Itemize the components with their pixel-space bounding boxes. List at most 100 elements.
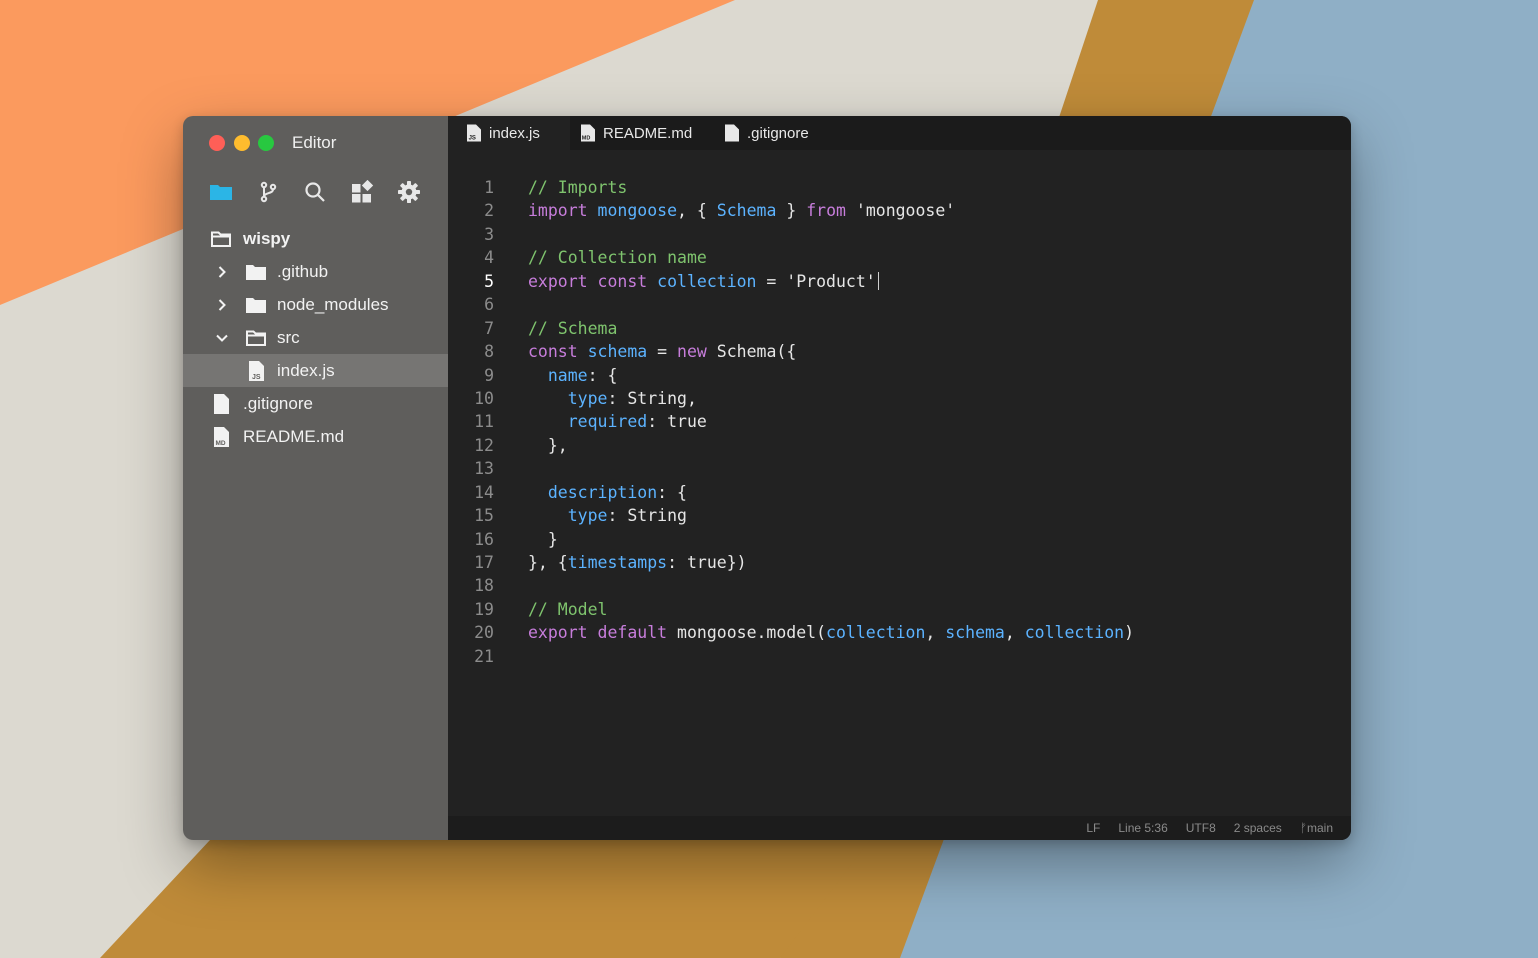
code-line[interactable]: 6 [448, 293, 1351, 316]
source-control-button[interactable] [256, 180, 280, 204]
status-eol[interactable]: LF [1086, 821, 1100, 835]
branch-icon: ᚠ [1299, 821, 1307, 835]
code-token: const [597, 271, 648, 291]
code-line[interactable]: 9 name: { [448, 364, 1351, 387]
code-token: type [567, 506, 608, 526]
code-line[interactable]: 5 export const collection = 'Product' [448, 270, 1351, 293]
code-line[interactable]: 13 [448, 457, 1351, 480]
code-line[interactable]: 7 // Schema [448, 317, 1351, 340]
code-token: collection [657, 271, 757, 291]
editor-main: JS index.js MD README.md .gitignore 1 // … [448, 116, 1351, 840]
code-text: export const collection = 'Product' [528, 270, 879, 293]
code-token: , [925, 623, 946, 643]
tree-item-github[interactable]: .github [183, 255, 448, 288]
tree-item-node-modules[interactable]: node_modules [183, 288, 448, 321]
code-token: new [677, 342, 707, 362]
code-text: // Imports [528, 176, 627, 199]
code-token: : String [607, 506, 687, 526]
code-line[interactable]: 12 }, [448, 434, 1351, 457]
settings-button[interactable] [397, 180, 421, 204]
git-branch-icon [260, 181, 277, 203]
code-token: default [597, 623, 668, 643]
status-cursor-position[interactable]: Line 5:36 [1118, 821, 1167, 835]
code-line[interactable]: 15 type: String [448, 504, 1351, 527]
explorer-button[interactable] [209, 180, 233, 204]
tab-gitignore[interactable]: .gitignore [724, 116, 809, 150]
svg-text:MD: MD [216, 440, 226, 447]
search-button[interactable] [303, 180, 327, 204]
code-token: mongoose [597, 201, 678, 221]
status-encoding[interactable]: UTF8 [1186, 821, 1216, 835]
extensions-button[interactable] [350, 179, 374, 204]
code-token: // Model [528, 599, 608, 619]
code-token: } [776, 201, 807, 221]
file-icon [725, 124, 739, 142]
code-line[interactable]: 3 [448, 223, 1351, 246]
code-line[interactable]: 16 } [448, 528, 1351, 551]
code-token: timestamps [567, 553, 668, 572]
code-line[interactable]: 10 type: String, [448, 387, 1351, 410]
code-line[interactable]: 17}, {timestamps: true}) [448, 551, 1351, 574]
code-editor[interactable]: 1 // Imports 2 import mongoose, { Schema } … [448, 176, 1351, 668]
tree-item-label: .github [277, 261, 329, 281]
folder-icon [246, 264, 266, 280]
code-token: : { [657, 482, 687, 502]
code-line[interactable]: 4 // Collection name [448, 246, 1351, 269]
tree-item-gitignore[interactable]: .gitignore [183, 387, 448, 420]
code-line[interactable]: 18 [448, 574, 1351, 597]
code-token: Schema({ [706, 342, 797, 362]
line-number: 5 [484, 271, 494, 291]
code-token: // Collection name [528, 248, 707, 268]
code-token: from [806, 201, 846, 221]
line-number: 17 [474, 553, 494, 572]
code-line[interactable]: 14 description: { [448, 481, 1351, 504]
tree-root-folder[interactable]: wispy [183, 222, 448, 255]
minimize-window-button[interactable] [234, 135, 250, 151]
line-number: 4 [484, 248, 494, 268]
code-token: : true}) [667, 553, 747, 572]
close-window-button[interactable] [209, 135, 225, 151]
code-token: required [567, 412, 648, 432]
gear-icon [398, 181, 420, 203]
line-number: 9 [484, 365, 494, 385]
maximize-window-button[interactable] [258, 135, 274, 151]
line-number: 8 [484, 342, 494, 362]
folder-open-icon [246, 330, 266, 346]
code-text: description: { [528, 481, 687, 504]
folder-icon [210, 185, 232, 200]
code-line[interactable]: 21 [448, 645, 1351, 668]
status-branch[interactable]: ᚠmain [1300, 821, 1333, 835]
code-line[interactable]: 19 // Model [448, 598, 1351, 621]
titlebar: Editor [183, 116, 448, 170]
line-number: 11 [474, 412, 494, 432]
line-number: 6 [484, 295, 494, 315]
code-token: name [547, 365, 588, 385]
code-token: 'mongoose' [845, 201, 956, 221]
code-token: : String, [607, 388, 697, 408]
tab-index-js[interactable]: JS index.js [448, 116, 570, 150]
code-line[interactable]: 1 // Imports [448, 176, 1351, 199]
code-token: // Schema [528, 318, 618, 338]
tree-item-readme[interactable]: MD README.md [183, 420, 448, 453]
code-token: export [528, 271, 588, 291]
tree-item-index-js[interactable]: JS index.js [183, 354, 448, 387]
line-number: 19 [474, 599, 494, 619]
code-token: : true [647, 412, 707, 432]
status-indentation[interactable]: 2 spaces [1234, 821, 1282, 835]
tab-readme-md[interactable]: MD README.md [580, 116, 692, 150]
code-line[interactable]: 8 const schema = new Schema({ [448, 340, 1351, 363]
code-line[interactable]: 11 required: true [448, 410, 1351, 433]
code-line[interactable]: 2 import mongoose, { Schema } from 'mongo… [448, 199, 1351, 222]
extensions-icon [352, 179, 374, 203]
code-token: mongoose.model( [667, 623, 827, 643]
tree-item-src[interactable]: src [183, 321, 448, 354]
code-line[interactable]: 20 export default mongoose.model(collecti… [448, 621, 1351, 644]
line-number: 3 [484, 224, 494, 244]
code-text: type: String [528, 504, 687, 527]
code-token: ) [1124, 623, 1135, 643]
code-token: = 'Product' [756, 271, 876, 291]
tree-root-label: wispy [243, 228, 291, 248]
